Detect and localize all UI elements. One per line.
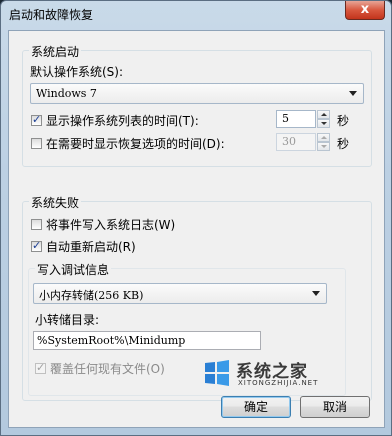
spin-up-icon[interactable]	[317, 133, 330, 142]
watermark: 系统之家 XITONGZHIJIA.NET	[202, 357, 382, 391]
watermark-sub: XITONGZHIJIA.NET	[238, 379, 319, 387]
close-icon: x	[360, 2, 370, 17]
write-event-checkbox[interactable]	[31, 219, 42, 230]
dump-type-value: 小内存转储(256 KB)	[39, 289, 144, 302]
dump-dir-input[interactable]: %SystemRoot%\Minidump	[33, 331, 261, 350]
title-bar[interactable]: 启动和故障恢复 x	[1, 1, 391, 31]
default-os-label: 默认操作系统(S):	[30, 65, 124, 79]
show-recovery-checkbox[interactable]	[31, 138, 42, 149]
dump-type-select[interactable]: 小内存转储(256 KB)	[33, 283, 327, 304]
show-recovery-time-value: 30	[282, 135, 296, 148]
auto-restart-label: 自动重新启动(R)	[46, 240, 136, 254]
window-title: 启动和故障恢复	[9, 8, 94, 22]
show-recovery-time-input[interactable]: 30	[276, 133, 316, 151]
default-os-select[interactable]: Windows 7	[30, 83, 364, 104]
show-os-list-time-input[interactable]: 5	[276, 110, 316, 128]
show-os-list-checkbox[interactable]	[31, 113, 42, 126]
spin-up-icon[interactable]	[317, 110, 330, 119]
debug-info-legend: 写入调试信息	[35, 261, 112, 278]
chevron-down-icon	[312, 291, 320, 296]
dump-dir-label: 小转储目录:	[35, 313, 100, 327]
write-event-label: 将事件写入系统日志(W)	[46, 218, 176, 232]
show-recovery-label: 在需要时显示恢复选项的时间(D):	[46, 137, 225, 151]
show-os-list-unit: 秒	[337, 114, 350, 128]
dialog-content: 系统启动 默认操作系统(S): Windows 7 显示操作系统列表的时间(T)…	[8, 30, 385, 428]
spin-down-icon[interactable]	[317, 142, 330, 151]
ok-button[interactable]: 确定	[221, 396, 291, 418]
overwrite-checkbox[interactable]	[35, 361, 46, 374]
cancel-button[interactable]: 取消	[300, 396, 370, 418]
show-os-list-time-value: 5	[282, 112, 289, 125]
show-recovery-unit: 秒	[337, 137, 350, 151]
chevron-down-icon	[349, 91, 357, 96]
dialog-window: 启动和故障恢复 x 系统启动 默认操作系统(S): Windows 7 显示操作…	[0, 0, 392, 436]
auto-restart-checkbox[interactable]	[31, 239, 42, 252]
show-recovery-spinner[interactable]	[317, 133, 330, 151]
default-os-value: Windows 7	[36, 87, 97, 100]
spin-down-icon[interactable]	[317, 119, 330, 128]
windows-logo-icon	[205, 360, 229, 386]
show-os-list-spinner[interactable]	[317, 110, 330, 128]
show-os-list-label: 显示操作系统列表的时间(T):	[46, 114, 199, 128]
dump-dir-value: %SystemRoot%\Minidump	[37, 334, 186, 347]
system-failure-legend: 系统失败	[29, 194, 82, 211]
close-button[interactable]: x	[345, 1, 385, 20]
system-startup-group: 系统启动 默认操作系统(S): Windows 7 显示操作系统列表的时间(T)…	[22, 43, 372, 167]
system-startup-legend: 系统启动	[29, 43, 82, 60]
overwrite-label: 覆盖任何现有文件(O)	[50, 362, 165, 376]
